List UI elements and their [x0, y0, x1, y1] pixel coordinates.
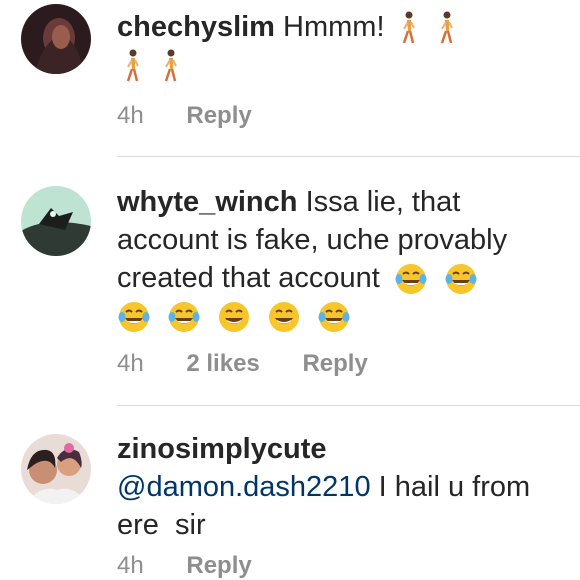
timestamp: 4h: [117, 552, 144, 579]
comment-text: whyte_winch Issa lie, that account is fa…: [117, 183, 567, 335]
timestamp: 4h: [117, 102, 144, 129]
reply-button[interactable]: Reply: [186, 102, 251, 129]
avatar[interactable]: [21, 186, 91, 256]
comment-meta: 4h Reply: [117, 552, 288, 580]
person-walking-icon: [440, 11, 453, 44]
comment-message: account is fake, uche provably: [117, 224, 508, 256]
grinning-face-icon: [219, 302, 250, 333]
divider: [117, 405, 580, 406]
mention-link[interactable]: @damon.dash2210: [117, 471, 371, 503]
comment-text: chechyslim Hmmm!: [117, 8, 567, 84]
person-walking-icon: [126, 49, 139, 82]
comment-meta: 4h Reply: [117, 102, 288, 130]
profile-photo-icon: [21, 186, 91, 256]
username[interactable]: chechyslim: [117, 11, 275, 43]
comment-message: Issa lie, that: [305, 186, 461, 218]
comment-message: Hmmm!: [283, 11, 385, 43]
likes-count[interactable]: 2 likes: [186, 350, 259, 377]
profile-photo-icon: [21, 434, 91, 504]
person-walking-icon: [164, 49, 177, 82]
avatar[interactable]: [21, 434, 91, 504]
reply-button[interactable]: Reply: [302, 350, 367, 377]
comment-text: zinosimplycute @damon.dash2210 I hail u …: [117, 430, 567, 544]
profile-photo-icon: [21, 4, 91, 74]
avatar[interactable]: [21, 4, 91, 74]
face-with-tears-of-joy-icon: [118, 302, 150, 333]
face-with-tears-of-joy-icon: [395, 264, 427, 295]
username[interactable]: zinosimplycute: [117, 433, 327, 465]
grinning-face-icon: [269, 302, 300, 333]
comment-meta: 4h 2 likes Reply: [117, 350, 404, 378]
face-with-tears-of-joy-icon: [445, 264, 477, 295]
face-with-tears-of-joy-icon: [318, 302, 350, 333]
divider: [117, 156, 580, 157]
username[interactable]: whyte_winch: [117, 186, 298, 218]
reply-button[interactable]: Reply: [186, 552, 251, 579]
comment-message: I hail u from: [370, 471, 531, 503]
comment-message: created that account: [117, 262, 380, 294]
timestamp: 4h: [117, 350, 144, 377]
comment-message: ere sir: [117, 509, 206, 541]
face-with-tears-of-joy-icon: [168, 302, 200, 333]
person-walking-icon: [402, 11, 415, 44]
